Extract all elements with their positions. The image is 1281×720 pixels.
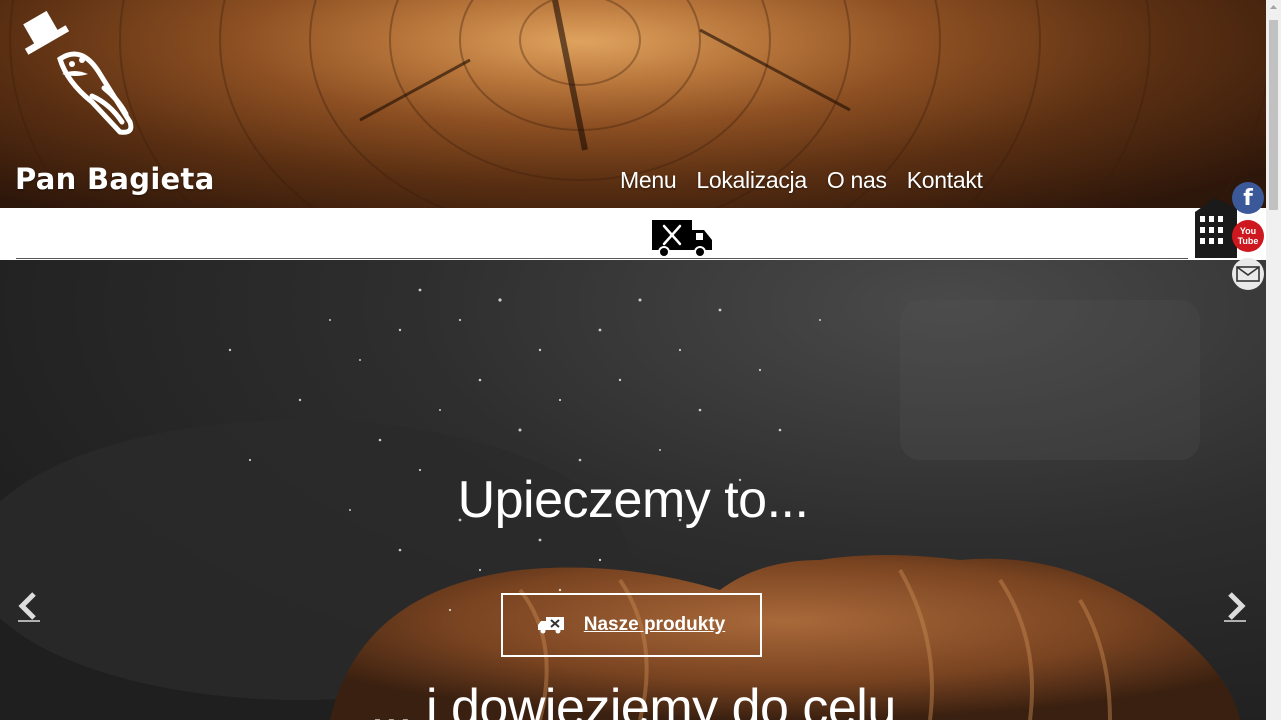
next-arrow-icon[interactable] [1222,590,1248,624]
hero-subline: ... i dowieziemy do celu [370,679,896,720]
prev-arrow-icon[interactable] [16,590,42,624]
our-products-button[interactable]: Nasze produkty [501,593,762,657]
facebook-icon[interactable]: f [1232,182,1264,214]
hero-headline: Upieczemy to... [457,471,809,529]
scroll-up-icon[interactable] [1266,0,1281,15]
facebook-glyph: f [1243,185,1253,211]
youtube-bottom-text: Tube [1237,236,1259,246]
scrollbar-thumb[interactable] [1269,20,1278,210]
logo-baguette-icon[interactable] [22,4,140,138]
youtube-top-text: You [1239,226,1257,236]
nav-item-lokalizacja[interactable]: Lokalizacja [696,167,807,194]
brand-name[interactable]: Pan Bagieta [15,162,215,196]
divider-strip [0,208,1266,260]
nav-item-o-nas[interactable]: O nas [827,167,887,194]
nav-item-kontakt[interactable]: Kontakt [907,167,983,194]
email-icon[interactable] [1232,258,1264,290]
page-scrollbar[interactable] [1266,0,1281,720]
envelope-icon [1236,266,1260,282]
hero-carousel: Upieczemy to... Nasze produkty ... i dow… [0,260,1266,720]
strip-divider-line [16,258,1188,259]
main-nav: Menu Lokalizacja O nas Kontakt [620,167,983,194]
site-header: Pan Bagieta Menu Lokalizacja O nas Konta… [0,0,1266,208]
truck-delivery-icon [537,617,564,634]
our-products-label: Nasze produkty [583,614,726,635]
nav-item-menu[interactable]: Menu [620,167,677,194]
food-truck-icon [652,220,712,258]
youtube-icon[interactable]: You Tube [1232,220,1264,252]
